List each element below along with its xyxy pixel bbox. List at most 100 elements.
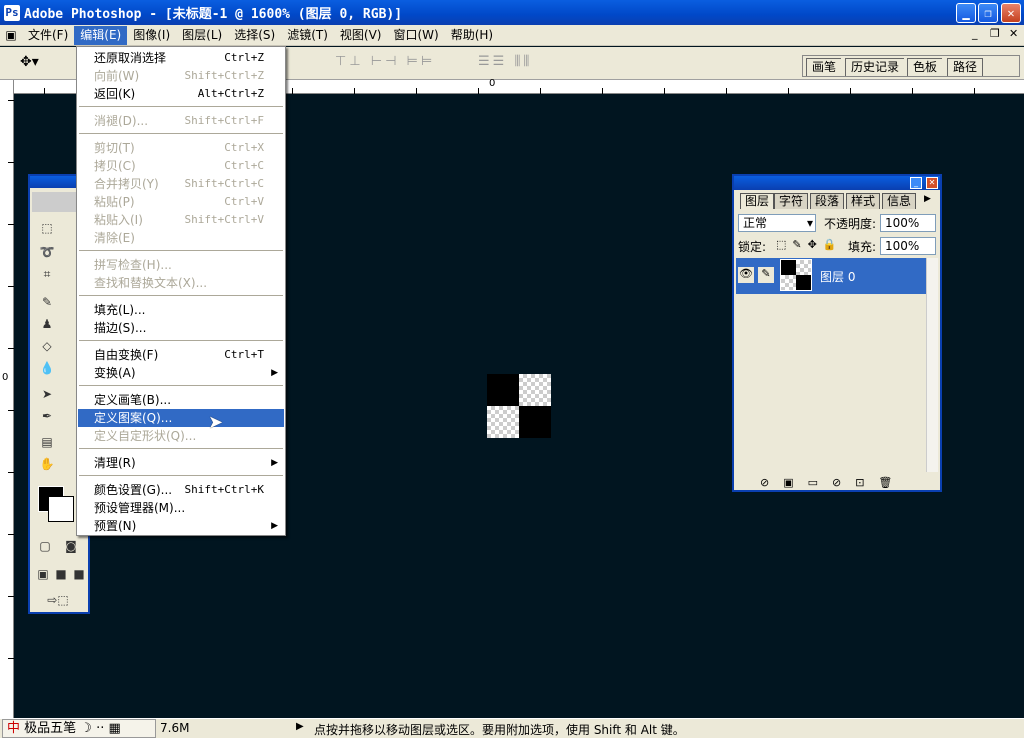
menu-item-purge[interactable]: 清理(R) ▶ (78, 454, 284, 472)
pen-tool-icon[interactable]: ✒ (38, 408, 56, 424)
menu-item-check-spelling[interactable]: 拼写检查(H)... (78, 256, 284, 274)
tab-history[interactable]: 历史记录 (845, 58, 905, 76)
menu-item-paste-into[interactable]: 粘贴入(I) Shift+Ctrl+V (78, 211, 284, 229)
notes-tool-icon[interactable]: ▤ (38, 434, 56, 450)
document-icon[interactable]: ▣ (0, 28, 22, 42)
doc-restore-button[interactable]: ❐ (990, 27, 1000, 40)
tab-swatches[interactable]: 色板 (907, 58, 943, 76)
healing-brush-icon[interactable]: ✎ (38, 294, 56, 310)
ruler-tick (912, 88, 913, 94)
menu-item-fill[interactable]: 填充(L)... (78, 301, 284, 319)
vertical-ruler[interactable]: 0 (0, 80, 14, 718)
menu-help[interactable]: 帮助(H) (445, 26, 499, 45)
menu-item-fade[interactable]: 消褪(D)... Shift+Ctrl+F (78, 112, 284, 130)
screen-mode-full-icon[interactable]: ■ (70, 566, 88, 582)
path-selection-icon[interactable]: ➤ (38, 386, 56, 402)
blend-mode-select[interactable]: 正常 ▾ (738, 214, 816, 232)
background-color-swatch[interactable] (48, 496, 74, 522)
menu-file[interactable]: 文件(F) (22, 26, 74, 45)
menu-item-step-forward[interactable]: 向前(W) Shift+Ctrl+Z (78, 67, 284, 85)
fill-input[interactable]: 100% (880, 237, 936, 255)
menu-item-copy[interactable]: 拷贝(C) Ctrl+C (78, 157, 284, 175)
doc-close-button[interactable]: ✕ (1009, 27, 1018, 40)
opacity-input[interactable]: 100% (880, 214, 936, 232)
layers-scrollbar[interactable] (926, 258, 938, 472)
status-arrow-icon[interactable]: ▶ (296, 721, 304, 732)
menu-item-define-pattern[interactable]: 定义图案(Q)... (78, 409, 284, 427)
menu-item-color-settings[interactable]: 颜色设置(G)... Shift+Ctrl+K (78, 481, 284, 499)
brush-link-icon[interactable]: ✎ (758, 267, 774, 283)
ruler-tick (726, 88, 727, 94)
doc-minimize-button[interactable]: _ (972, 27, 978, 40)
minimize-button[interactable]: ▁ (956, 3, 976, 23)
menu-filter[interactable]: 滤镜(T) (281, 26, 334, 45)
menu-item-step-backward[interactable]: 返回(K) Alt+Ctrl+Z (78, 85, 284, 103)
photoshop-app-icon[interactable]: Ps (4, 4, 20, 21)
palette-menu-arrow-icon[interactable]: ▶ (924, 194, 931, 204)
menu-window[interactable]: 窗口(W) (387, 26, 444, 45)
tab-paths[interactable]: 路径 (947, 58, 984, 76)
eraser-tool-icon[interactable]: ◇ (38, 338, 56, 354)
title-bar: Ps Adobe Photoshop - [未标题-1 @ 1600% (图层 … (0, 0, 1024, 25)
menu-item-clear[interactable]: 清除(E) (78, 229, 284, 247)
marquee-tool-icon[interactable]: ⬚ (38, 220, 56, 236)
ruler-tick (974, 88, 975, 94)
distribute-buttons[interactable]: ☰☰ ⫼⫼ (478, 54, 532, 69)
lock-options-icons[interactable]: ⬚✎✥🔒 (776, 238, 843, 251)
palette-minimize-icon[interactable]: _ (910, 177, 922, 189)
ime-toolbar[interactable]: 中 极品五笔 ☽ ·· ▦ (2, 719, 156, 738)
menu-item-copy-merged[interactable]: 合并拷贝(Y) Shift+Ctrl+C (78, 175, 284, 193)
pixel-black-bottom-right (519, 406, 551, 438)
ruler-tick (8, 534, 14, 535)
tab-character[interactable]: 字符 (774, 193, 809, 209)
layer-row-layer-0[interactable]: 👁 ✎ 图层 0 (736, 258, 926, 294)
visibility-eye-icon[interactable]: 👁 (738, 267, 754, 283)
menu-edit[interactable]: 编辑(E) (74, 25, 128, 45)
menu-item-undo-deselect[interactable]: 还原取消选择 Ctrl+Z (78, 49, 284, 67)
menu-item-paste[interactable]: 粘贴(P) Ctrl+V (78, 193, 284, 211)
screen-mode-full-menu-icon[interactable]: ■ (52, 566, 70, 582)
quick-mask-icon[interactable]: ◙ (62, 538, 80, 554)
palette-close-icon[interactable]: ✕ (926, 177, 938, 189)
ruler-tick (292, 88, 293, 94)
menu-select[interactable]: 选择(S) (228, 26, 281, 45)
move-tool-preset-icon[interactable]: ✥▾ (20, 54, 39, 70)
standard-mode-icon[interactable]: ▢ (36, 538, 54, 554)
close-button[interactable]: ✕ (1001, 3, 1021, 23)
menu-item-stroke[interactable]: 描边(S)... (78, 319, 284, 337)
menu-item-preferences[interactable]: 预置(N) ▶ (78, 517, 284, 535)
menu-image[interactable]: 图像(I) (127, 26, 176, 45)
layer-thumbnail (780, 259, 812, 291)
menu-item-cut[interactable]: 剪切(T) Ctrl+X (78, 139, 284, 157)
menu-item-find-replace[interactable]: 查找和替换文本(X)... (78, 274, 284, 292)
lasso-tool-icon[interactable]: ➰ (38, 244, 56, 260)
tab-styles[interactable]: 样式 (846, 193, 881, 209)
tab-brushes[interactable]: 画笔 (806, 58, 842, 76)
clone-stamp-icon[interactable]: ♟ (38, 316, 56, 332)
menu-layer[interactable]: 图层(L) (176, 26, 228, 45)
ruler-tick (664, 88, 665, 94)
menu-item-preset-manager[interactable]: 预设管理器(M)... (78, 499, 284, 517)
jump-to-imageready-icon[interactable]: ⇨⬚ (38, 592, 78, 608)
document-canvas[interactable] (487, 374, 551, 438)
layers-palette-title-bar[interactable]: _ ✕ (734, 176, 940, 190)
tab-info[interactable]: 信息 (882, 193, 917, 209)
restore-button[interactable]: ❐ (978, 3, 998, 23)
menu-item-free-transform[interactable]: 自由变换(F) Ctrl+T (78, 346, 284, 364)
status-hint: 点按并拖移以移动图层或选区。要用附加选项，使用 Shift 和 Alt 键。 (314, 723, 685, 737)
screen-mode-standard-icon[interactable]: ▣ (34, 566, 52, 582)
pixel-transparent-bottom-left (487, 406, 519, 438)
ruler-tick (354, 88, 355, 94)
tab-paragraph[interactable]: 段落 (810, 193, 845, 209)
menu-item-transform[interactable]: 变换(A) ▶ (78, 364, 284, 382)
blur-tool-icon[interactable]: 💧 (38, 360, 56, 376)
menu-item-define-custom-shape[interactable]: 定义自定形状(Q)... (78, 427, 284, 445)
menu-view[interactable]: 视图(V) (334, 26, 388, 45)
mouse-cursor-icon: ➤ (208, 412, 224, 433)
menu-item-define-brush[interactable]: 定义画笔(B)... (78, 391, 284, 409)
crop-tool-icon[interactable]: ⌗ (38, 266, 56, 282)
layers-bottom-buttons[interactable]: ⊘▣▭⊘⊡🗑 (734, 476, 940, 490)
align-buttons[interactable]: ⊤⊥ ⊢⊣ ⊨⊨ (335, 54, 435, 69)
hand-tool-icon[interactable]: ✋ (38, 456, 56, 472)
tab-layers[interactable]: 图层 (740, 193, 775, 209)
